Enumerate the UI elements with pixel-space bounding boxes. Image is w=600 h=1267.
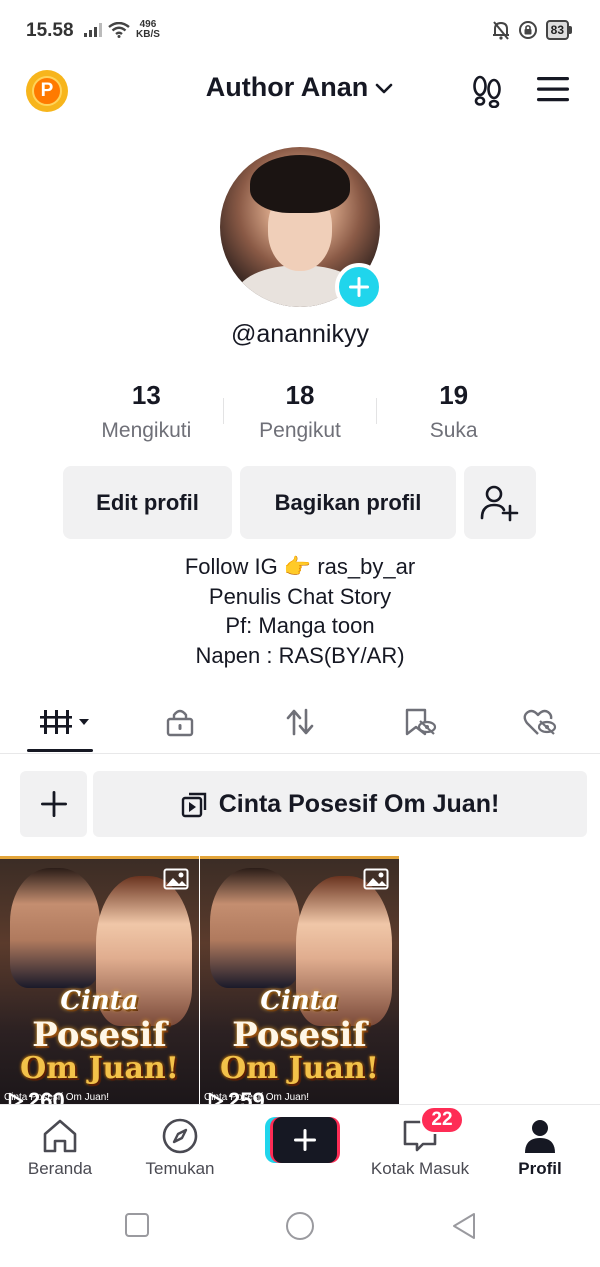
tab-videos[interactable] — [36, 702, 96, 742]
plus-icon — [294, 1129, 316, 1151]
photo-post-icon — [163, 868, 189, 890]
bio-line: Penulis Chat Story — [208, 583, 392, 609]
heart-hidden-icon — [523, 709, 557, 735]
bookmark-hidden-icon — [405, 708, 437, 736]
grid-icon — [40, 710, 89, 734]
playlist-item[interactable]: Cinta Posesif Om Juan! — [93, 771, 587, 837]
account-switcher[interactable]: Author Anan — [0, 72, 600, 103]
profile-header: P Author Anan — [0, 62, 600, 118]
nav-discover[interactable]: Temukan — [120, 1115, 240, 1179]
edit-profile-button[interactable]: Edit profil — [63, 466, 232, 539]
active-tab-indicator — [27, 749, 93, 752]
content-tabs — [0, 698, 600, 754]
inbox-badge: 22 — [420, 1106, 464, 1134]
profile-stats: 13 Mengikuti 18 Pengikut 19 Suka — [70, 378, 530, 448]
signal-icon — [84, 23, 102, 37]
back-icon[interactable] — [450, 1212, 478, 1242]
create-button[interactable] — [265, 1117, 340, 1163]
bottom-navigation: Beranda Temukan Kotak Masuk Profil — [0, 1104, 600, 1190]
home-button-icon[interactable] — [284, 1212, 316, 1244]
hamburger-menu-icon[interactable] — [536, 76, 570, 102]
account-name: Author Anan — [205, 72, 369, 102]
lock-icon — [166, 709, 194, 737]
status-time: 15.58 — [26, 20, 74, 41]
system-navigation — [0, 1190, 600, 1267]
bio-line: Pf: Manga toon — [225, 613, 375, 638]
photo-post-icon — [363, 868, 389, 890]
stat-likes[interactable]: 19 Suka — [377, 378, 530, 448]
rotation-lock-icon — [518, 21, 537, 39]
plus-icon — [349, 277, 369, 297]
share-profile-button[interactable]: Bagikan profil — [240, 466, 456, 539]
playlist-title: Cinta Posesif Om Juan! — [218, 789, 500, 818]
add-story-button[interactable] — [335, 263, 383, 311]
tab-private[interactable] — [150, 702, 210, 742]
profile-icon — [525, 1120, 555, 1153]
tab-reposts[interactable] — [270, 702, 330, 742]
add-friend-button[interactable] — [464, 466, 536, 539]
bio-line: Napen : RAS(BY/AR) — [195, 642, 405, 668]
add-playlist-button[interactable] — [20, 771, 87, 837]
profile-bio: Follow IG 👉 ras_by_ar Penulis Chat Story… — [0, 552, 600, 670]
plus-icon — [40, 791, 67, 817]
footprints-icon[interactable] — [470, 74, 504, 108]
compass-icon — [162, 1118, 198, 1154]
battery-indicator: 83 — [545, 20, 572, 40]
bio-line[interactable]: Follow IG 👉 ras_by_ar — [0, 552, 600, 582]
stat-following[interactable]: 13 Mengikuti — [70, 378, 223, 448]
network-speed: 496 KB/S — [136, 19, 160, 40]
home-icon — [43, 1119, 77, 1153]
mute-bell-icon — [492, 21, 509, 40]
tab-saved[interactable] — [390, 702, 450, 742]
status-bar: 15.58 496 KB/S 83 — [0, 0, 600, 62]
video-thumbnail[interactable]: Cinta Posesif Om Juan! Cinta Posesif Om … — [0, 856, 199, 1106]
tab-liked[interactable] — [510, 702, 570, 742]
video-thumbnail[interactable]: Cinta Posesif Om Juan! Cinta Posesif Om … — [200, 856, 399, 1106]
playlist-icon — [181, 792, 206, 818]
wifi-icon — [108, 22, 130, 38]
repost-icon — [286, 708, 314, 736]
nav-profile[interactable]: Profil — [480, 1115, 600, 1179]
nav-home[interactable]: Beranda — [0, 1115, 120, 1179]
cover-title: Cinta Posesif Om Juan! — [20, 986, 179, 1086]
cover-title: Cinta Posesif Om Juan! — [220, 986, 379, 1086]
chevron-down-icon — [375, 83, 393, 93]
add-user-icon — [480, 485, 519, 521]
username: @anannikyy — [231, 320, 369, 348]
stat-followers[interactable]: 18 Pengikut — [224, 378, 377, 448]
recent-apps-icon[interactable] — [124, 1212, 150, 1238]
